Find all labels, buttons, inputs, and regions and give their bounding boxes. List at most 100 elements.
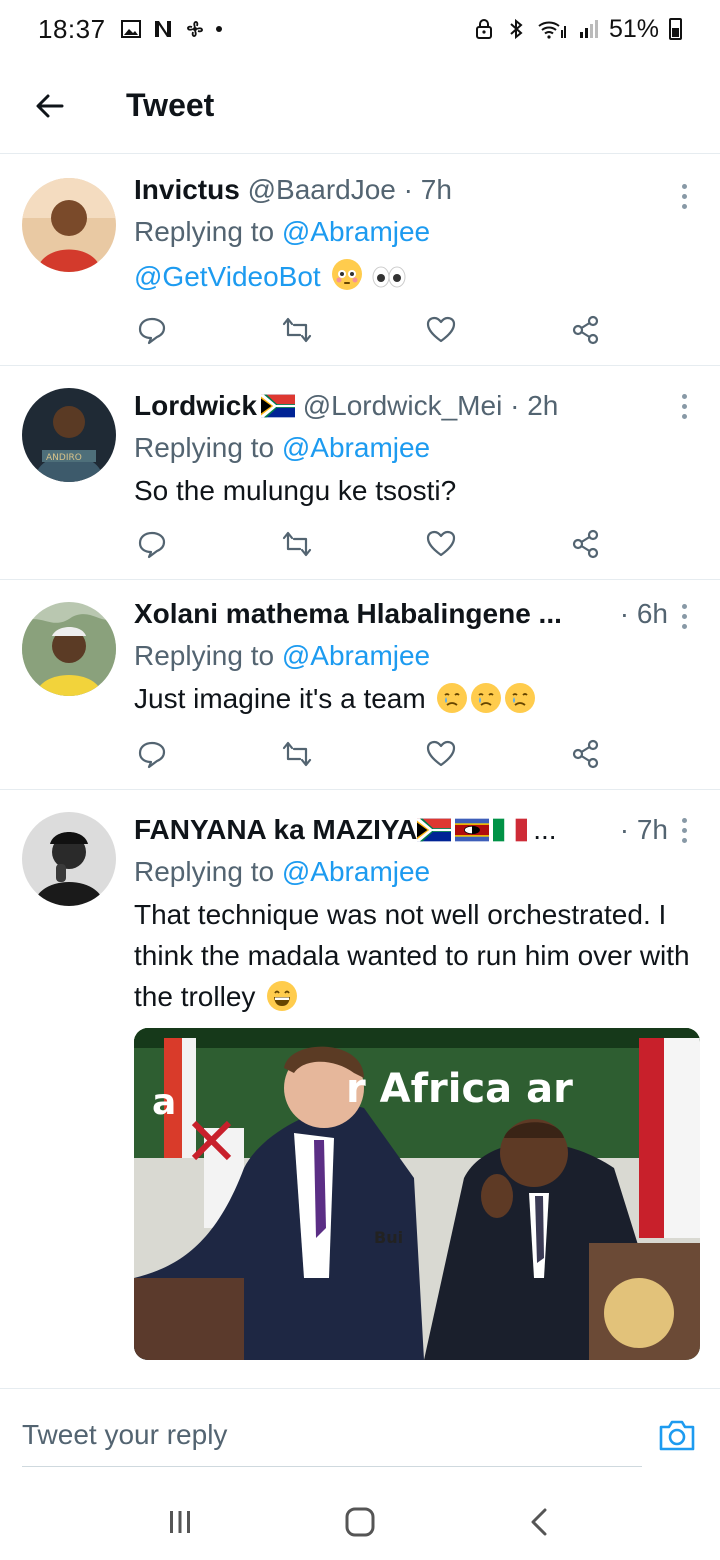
flushed-face-emoji-icon: [332, 259, 363, 290]
display-name[interactable]: Lordwick: [134, 386, 257, 426]
fan-icon: [186, 21, 203, 37]
eyes-emoji-icon: [372, 266, 406, 288]
share-icon: [572, 529, 599, 559]
battery-percent: 51%: [608, 14, 659, 43]
reply-icon: [138, 317, 166, 345]
crying-face-emoji-icon: [437, 683, 468, 713]
netflix-icon: [154, 21, 171, 37]
arrow-left-icon: [36, 94, 64, 117]
avatar[interactable]: ANDIRO: [22, 388, 116, 482]
share-button[interactable]: [568, 736, 604, 772]
replying-to: Replying to @Abramjee: [134, 640, 431, 671]
replying-to: Replying to @Abramjee: [134, 856, 431, 887]
name-overflow: ...: [533, 814, 557, 845]
replying-mention-link[interactable]: @Abramjee: [282, 640, 430, 671]
user-handle[interactable]: @BaardJoe: [248, 170, 396, 210]
grinning-face-emoji-icon: [267, 981, 298, 1011]
user-handle[interactable]: @Lordwick_Mei: [303, 386, 503, 426]
retweet-button[interactable]: [279, 526, 315, 562]
bluetooth-icon: [510, 18, 523, 40]
retweet-icon: [282, 317, 311, 343]
reply-button[interactable]: [134, 736, 170, 772]
reply-button[interactable]: [134, 526, 170, 562]
home-icon: [345, 1507, 375, 1537]
camera-button[interactable]: [656, 1415, 698, 1455]
tweet-time: · 2h: [510, 390, 559, 421]
replying-to: Replying to @Abramjee: [134, 216, 431, 247]
more-options-icon[interactable]: [670, 810, 698, 850]
more-options-icon[interactable]: [670, 386, 698, 426]
battery-icon: [669, 18, 682, 40]
page-title: Tweet: [126, 87, 215, 123]
tweet-actions: [134, 526, 604, 562]
replying-to: Replying to @Abramjee: [134, 432, 431, 463]
lock-icon: [475, 19, 492, 39]
mention-link[interactable]: @GetVideoBot: [134, 261, 321, 292]
share-icon: [572, 315, 599, 345]
tweet-time: · 6h: [619, 598, 668, 629]
reply-input[interactable]: [22, 1403, 642, 1467]
system-navigation-bar: [0, 1484, 720, 1560]
gallery-icon: [120, 20, 141, 38]
banner-text-left: a: [152, 1082, 176, 1123]
status-time: 18:37: [38, 13, 106, 44]
chevron-left-icon: [531, 1508, 547, 1536]
avatar[interactable]: [22, 602, 116, 696]
south-africa-flag-icon: [260, 394, 295, 418]
display-name[interactable]: Xolani mathema Hlabalingene ...: [134, 594, 562, 634]
heart-icon: [427, 530, 456, 557]
system-back-button[interactable]: [510, 1497, 570, 1547]
recent-apps-button[interactable]: [150, 1497, 210, 1547]
top-app-bar: Tweet: [0, 58, 720, 154]
replying-mention-link[interactable]: @Abramjee: [282, 432, 430, 463]
like-button[interactable]: [423, 736, 459, 772]
tweet-time: · 7h: [619, 814, 668, 845]
display-name[interactable]: FANYANA ka MAZIYA: [134, 810, 417, 850]
more-options-icon[interactable]: [670, 176, 698, 216]
camera-icon: [659, 1420, 695, 1451]
crying-face-emoji-icon: [471, 683, 502, 713]
tweet-item[interactable]: Xolani mathema Hlabalingene ... · 6h Rep…: [0, 580, 720, 790]
tweet-item[interactable]: Invictus @BaardJoe · 7h Replying to @Abr…: [0, 156, 720, 366]
retweet-icon: [282, 531, 311, 557]
reply-icon: [138, 741, 166, 769]
signal-icon: [579, 20, 598, 38]
share-button[interactable]: [568, 526, 604, 562]
retweet-button[interactable]: [279, 736, 315, 772]
share-button[interactable]: [568, 312, 604, 348]
more-options-icon[interactable]: [670, 596, 698, 636]
share-icon: [572, 739, 599, 769]
replying-mention-link[interactable]: @Abramjee: [282, 856, 430, 887]
back-button[interactable]: [20, 76, 80, 136]
replying-mention-link[interactable]: @Abramjee: [282, 216, 430, 247]
heart-icon: [427, 740, 456, 767]
like-button[interactable]: [423, 526, 459, 562]
banner-text-right: r Africa ar: [346, 1066, 573, 1112]
tweet-text: @GetVideoBot: [134, 254, 698, 300]
display-name[interactable]: Invictus: [134, 170, 240, 210]
south-africa-flag-icon: [417, 818, 452, 842]
tweet-text: That technique was not well orchestrated…: [134, 899, 690, 1012]
reply-button[interactable]: [134, 312, 170, 348]
tweet-actions: [134, 312, 604, 348]
retweet-icon: [282, 741, 311, 767]
status-bar: 18:37 51%: [0, 0, 720, 58]
notification-dot-icon: [215, 26, 222, 32]
podium-text: Bui: [374, 1228, 403, 1247]
tweet-text: Just imagine it's a team: [134, 678, 698, 719]
tweet-item[interactable]: ANDIRO Lordwick @Lordwick_Mei · 2h Reply…: [0, 366, 720, 580]
reply-composer: [0, 1388, 720, 1484]
reply-icon: [138, 531, 166, 559]
avatar[interactable]: [22, 812, 116, 906]
home-button[interactable]: [330, 1497, 390, 1547]
crying-face-emoji-icon: [505, 683, 536, 713]
like-button[interactable]: [423, 312, 459, 348]
retweet-button[interactable]: [279, 312, 315, 348]
italy-flag-icon: [493, 818, 528, 842]
avatar[interactable]: [22, 178, 116, 272]
tweet-image[interactable]: a r Africa ar Bui: [134, 1028, 700, 1360]
tweet-text: So the mulungu ke tsosti?: [134, 475, 457, 506]
heart-icon: [427, 316, 456, 343]
tweet-time: · 7h: [403, 174, 452, 205]
recent-apps-icon: [170, 1511, 190, 1533]
